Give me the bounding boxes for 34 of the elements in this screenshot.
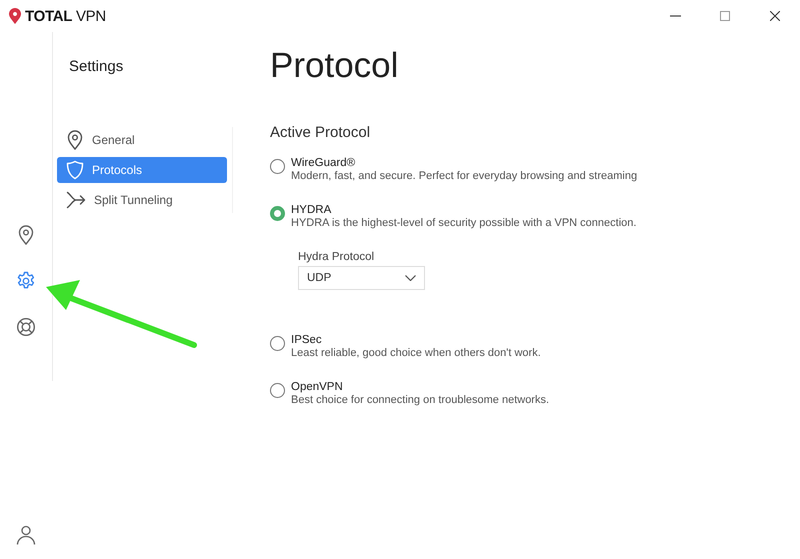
- option-name: IPSec: [291, 334, 323, 346]
- settings-nav-item[interactable]: General: [57, 127, 227, 153]
- radio-button[interactable]: [270, 336, 285, 351]
- field-label: Hydra Protocol: [298, 251, 376, 263]
- shield-icon: [66, 160, 84, 180]
- option-description: HYDRA is the highest-level of security possible with a VPN connection.: [291, 217, 636, 229]
- page-title: Protocol: [270, 46, 400, 86]
- split-arrow-icon: [66, 191, 86, 209]
- option-name: WireGuard®: [291, 157, 356, 169]
- radio-button[interactable]: [270, 206, 285, 221]
- settings-nav-item[interactable]: Split Tunneling: [57, 187, 227, 213]
- settings-icon: [16, 271, 36, 291]
- chevron-down-icon: [405, 275, 416, 281]
- option-description: Best choice for connecting on troublesome networks.: [291, 394, 550, 406]
- rail-button[interactable]: [14, 316, 36, 338]
- option-name: OpenVPN: [291, 381, 344, 393]
- option-description: Least reliable, good choice when others don't work.: [291, 347, 541, 359]
- minimize-icon[interactable]: [670, 15, 680, 17]
- radio-button[interactable]: [270, 159, 285, 174]
- location-pin-icon: [66, 130, 84, 150]
- maximize-icon[interactable]: [720, 11, 730, 21]
- close-icon[interactable]: [770, 11, 780, 21]
- account-icon[interactable]: [16, 525, 36, 545]
- option-name: HYDRA: [291, 204, 332, 216]
- section-heading: Active Protocol: [270, 124, 372, 141]
- logo-pin-icon: [9, 8, 21, 24]
- app-logo: TOTAL VPN: [25, 8, 106, 24]
- settings-heading: Settings: [69, 58, 124, 75]
- radio-button[interactable]: [270, 383, 285, 398]
- protocol-dropdown[interactable]: UDP: [298, 266, 425, 290]
- settings-nav-item[interactable]: Protocols: [57, 157, 227, 183]
- lifebuoy-icon: [16, 317, 36, 337]
- location-pin-icon: [16, 225, 34, 245]
- option-description: Modern, fast, and secure. Perfect for everyday browsing and streaming: [291, 170, 638, 182]
